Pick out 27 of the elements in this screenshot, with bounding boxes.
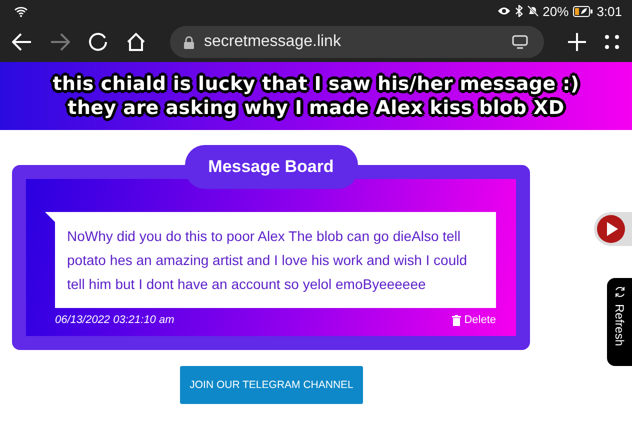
reload-icon[interactable] (88, 32, 108, 52)
battery-icon (572, 6, 593, 16)
monitor-icon[interactable] (512, 35, 528, 49)
muted-bell-icon (526, 5, 539, 17)
clock-time: 3:01 (596, 4, 622, 18)
battery-percent: 20% (542, 4, 569, 18)
address-bar[interactable]: secretmessage.link (170, 26, 544, 58)
message-date: 06/13/2022 03:21:10 am (55, 314, 174, 326)
telegram-button[interactable]: JOIN OUR TELEGRAM CHANNEL (180, 366, 363, 404)
refresh-icon (614, 286, 626, 298)
lock-icon (184, 36, 194, 48)
back-icon[interactable] (12, 33, 32, 51)
wifi-icon (14, 6, 28, 16)
play-button[interactable] (594, 212, 632, 246)
refresh-tab[interactable]: Refresh (607, 278, 632, 366)
bluetooth-icon (514, 5, 523, 17)
board-title: Message Board (184, 145, 358, 189)
message-text: NoWhy did you do this to poor Alex The blob can go dieAlso tell potato hes an amazing artist and I love his work and wish I could tell him but I dont have an account so yelol emoByeeeeee (67, 227, 468, 294)
delete-link[interactable]: Delete (452, 314, 496, 326)
trash-icon (452, 314, 462, 326)
caption-text: this chiald is lucky that I saw his/her message :) (52, 73, 580, 95)
home-icon[interactable] (126, 32, 146, 52)
eye-icon (496, 6, 511, 16)
play-icon (596, 214, 626, 244)
menu-icon[interactable] (604, 34, 620, 50)
caption-text: they are asking why I made Alex kiss blob XD (68, 97, 564, 119)
plus-icon[interactable] (568, 33, 586, 51)
